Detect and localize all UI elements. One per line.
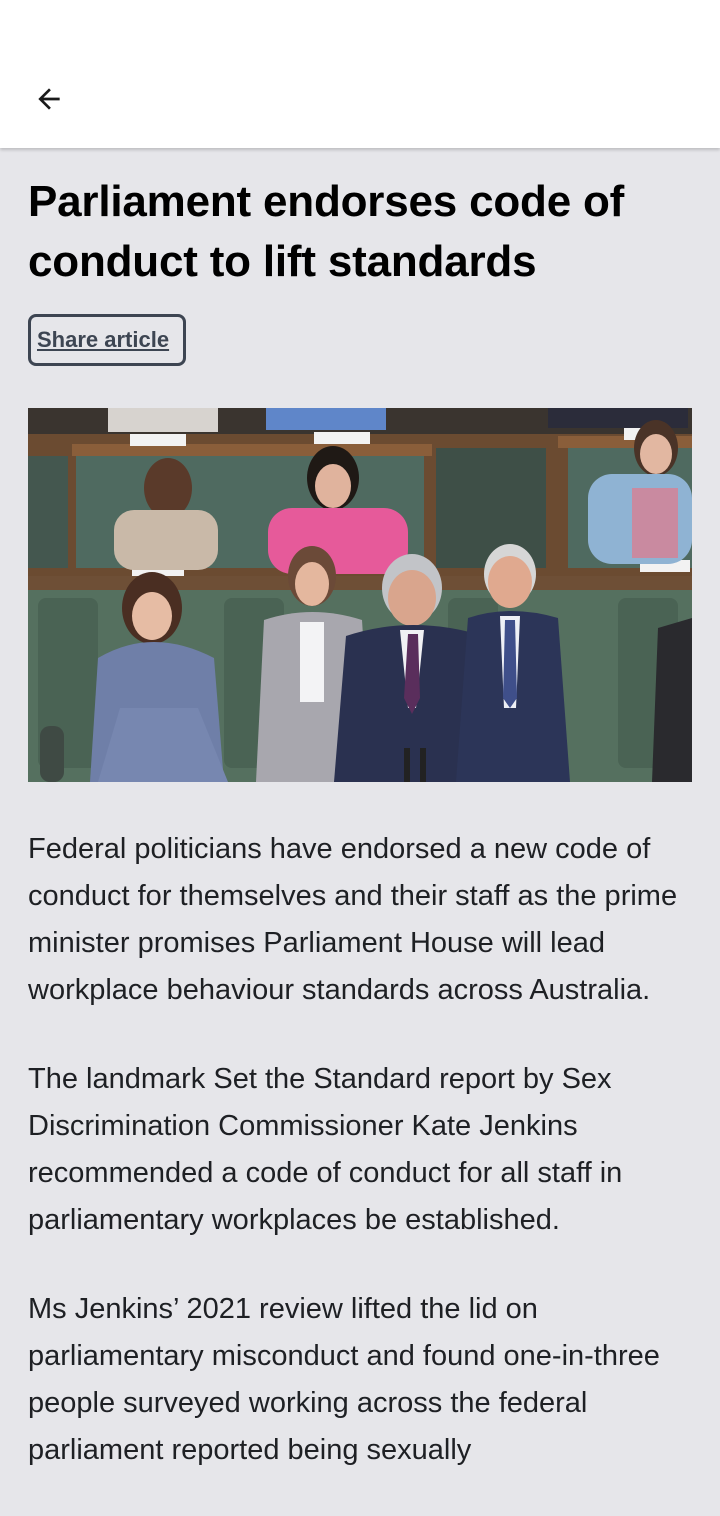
arrow-left-icon <box>38 88 60 110</box>
article-body: Federal politicians have endorsed a new … <box>28 826 692 1474</box>
parliament-photo <box>28 408 692 782</box>
share-article-button[interactable]: Share article <box>28 314 187 366</box>
article-paragraph: Federal politicians have endorsed a new … <box>28 833 678 1006</box>
back-button[interactable] <box>22 72 76 126</box>
app-bar <box>0 0 720 148</box>
article-hero-image <box>28 408 692 782</box>
article: Parliament endorses code of conduct to l… <box>28 148 692 1516</box>
article-paragraph: Ms Jenkins’ 2021 review lifted the lid o… <box>28 1293 660 1466</box>
article-paragraph: The landmark Set the Standard report by … <box>28 1063 623 1236</box>
article-headline: Parliament endorses code of conduct to l… <box>28 177 625 286</box>
